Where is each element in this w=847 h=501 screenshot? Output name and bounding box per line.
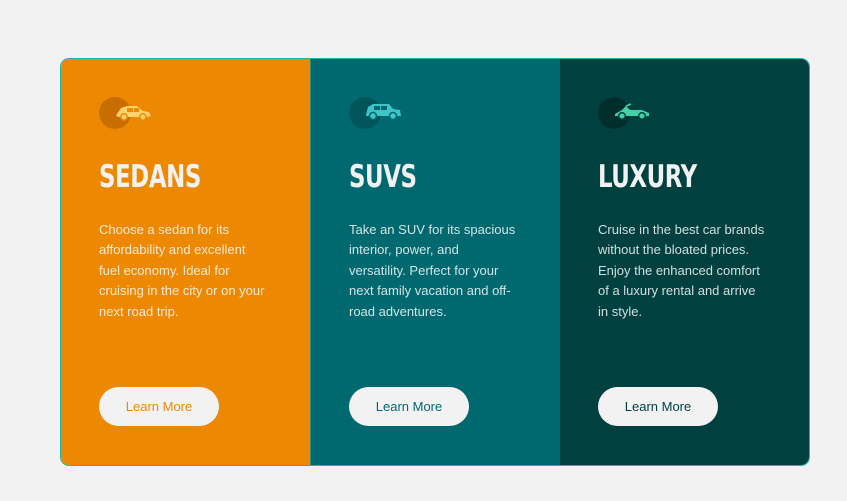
learn-more-button[interactable]: Learn More xyxy=(598,387,718,426)
car-category-cards: SEDANS Choose a sedan for its affordabil… xyxy=(61,59,809,465)
suvs-card: SUVS Take an SUV for its spacious interi… xyxy=(310,59,560,465)
suv-car-icon xyxy=(349,97,403,131)
learn-more-button[interactable]: Learn More xyxy=(349,387,469,426)
learn-more-button[interactable]: Learn More xyxy=(99,387,219,426)
card-description: Take an SUV for its spacious interior, p… xyxy=(349,222,516,319)
card-description: Cruise in the best car brands without th… xyxy=(598,222,765,319)
card-title: LUXURY xyxy=(598,159,697,195)
luxury-card: LUXURY Cruise in the best car brands wit… xyxy=(560,59,809,465)
card-title: SUVS xyxy=(349,159,417,195)
luxury-car-icon xyxy=(598,97,652,131)
card-description: Choose a sedan for its affordability and… xyxy=(99,222,265,319)
card-title: SEDANS xyxy=(99,159,201,195)
sedan-car-icon xyxy=(99,97,153,131)
sedans-card: SEDANS Choose a sedan for its affordabil… xyxy=(61,59,310,465)
